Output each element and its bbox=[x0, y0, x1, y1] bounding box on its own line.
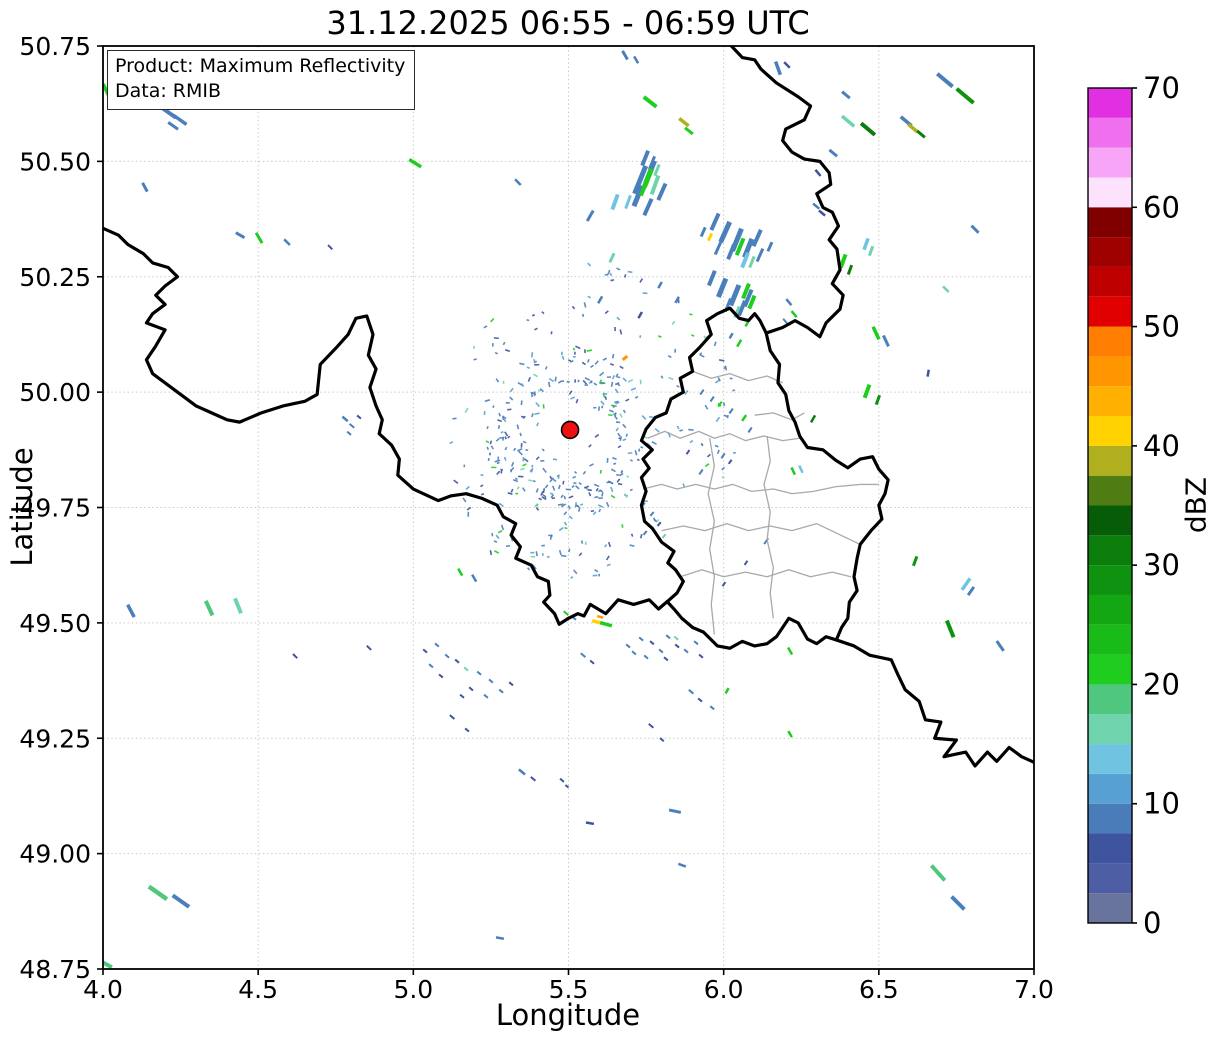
radar-site-marker bbox=[560, 420, 580, 440]
x-tick-label: 6.5 bbox=[859, 975, 899, 1004]
colorbar-tick-label: 60 bbox=[1143, 190, 1180, 224]
colorbar-segment bbox=[1088, 475, 1132, 506]
colorbar-segment bbox=[1088, 863, 1132, 894]
colorbar-tick-label: 20 bbox=[1143, 667, 1180, 701]
colorbar-tick-label: 0 bbox=[1143, 906, 1161, 940]
x-tick-label: 7.0 bbox=[1014, 975, 1054, 1004]
colorbar: 0 10 20 30 40 50 60 70 bbox=[1087, 71, 1180, 940]
colorbar-segment bbox=[1088, 535, 1132, 566]
colorbar-segment bbox=[1088, 773, 1132, 804]
colorbar-segment bbox=[1088, 654, 1132, 685]
colorbar-segment bbox=[1088, 147, 1132, 178]
border-france-luxembourg bbox=[665, 600, 838, 650]
y-tick-label: 49.00 bbox=[19, 840, 91, 869]
map-content bbox=[103, 46, 1034, 969]
y-tick-label: 50.50 bbox=[19, 147, 91, 176]
colorbar-segment bbox=[1088, 207, 1132, 238]
colorbar-segment bbox=[1088, 356, 1132, 387]
map-plot: 4.0 4.5 5.0 5.5 6.0 6.5 7.048.7549.0049.2549.5… bbox=[19, 32, 1180, 1004]
ground-clutter bbox=[449, 262, 737, 580]
x-axis-label: Longitude bbox=[495, 998, 641, 1032]
border-lux-canton-west-split bbox=[707, 438, 716, 635]
colorbar-segment bbox=[1088, 266, 1132, 297]
colorbar-segment bbox=[1088, 296, 1132, 327]
border-france-belgium bbox=[103, 226, 669, 626]
y-tick-label: 48.75 bbox=[19, 955, 91, 984]
radar-figure: 4.0 4.5 5.0 5.5 6.0 6.5 7.0 48.75 49.00 49.25 49.5… bbox=[0, 0, 1219, 1040]
colorbar-tick-label: 50 bbox=[1143, 310, 1180, 344]
colorbar-tick-label: 10 bbox=[1143, 787, 1180, 821]
colorbar-segment bbox=[1088, 624, 1132, 655]
x-tick-label: 4.5 bbox=[238, 975, 278, 1004]
colorbar-segment bbox=[1088, 893, 1132, 923]
colorbar-segment bbox=[1088, 594, 1132, 625]
border-lux-canton-clervaux bbox=[692, 370, 783, 384]
colorbar-segment bbox=[1088, 177, 1132, 208]
border-lux-canton-vianden bbox=[754, 412, 805, 421]
colorbar-segment bbox=[1088, 565, 1132, 595]
colorbar-segment bbox=[1088, 326, 1132, 357]
x-tick-label: 6.0 bbox=[704, 975, 744, 1004]
product-annotation-box: Product: Maximum Reflectivity Data: RMIB bbox=[107, 50, 416, 111]
colorbar-segment bbox=[1088, 416, 1132, 446]
colorbar-segment bbox=[1088, 833, 1132, 864]
colorbar-tick-label: 70 bbox=[1143, 71, 1180, 105]
colorbar-segment bbox=[1088, 445, 1132, 476]
annotation-data-line: Data: RMIB bbox=[115, 80, 222, 103]
colorbar-segment bbox=[1088, 117, 1132, 148]
y-tick-label: 50.00 bbox=[19, 378, 91, 407]
colorbar-label: dBZ bbox=[1179, 476, 1213, 534]
y-tick-label: 49.50 bbox=[19, 609, 91, 638]
x-tick-label: 5.0 bbox=[393, 975, 433, 1004]
colorbar-segment bbox=[1088, 505, 1132, 536]
radar-echoes bbox=[103, 50, 1005, 969]
y-tick-label: 50.75 bbox=[19, 32, 91, 61]
border-lux-canton-esch bbox=[680, 569, 852, 578]
y-axis-label: Latitude bbox=[5, 447, 39, 567]
colorbar-segment bbox=[1088, 803, 1132, 834]
border-lux-canton-luxembourg bbox=[661, 523, 861, 546]
border-belgium-luxembourg bbox=[639, 306, 768, 604]
y-tick-label: 50.25 bbox=[19, 263, 91, 292]
annotation-product-line: Product: Maximum Reflectivity bbox=[115, 55, 406, 77]
border-lux-canton-mersch bbox=[642, 483, 879, 495]
colorbar-tick-label: 30 bbox=[1143, 548, 1180, 582]
canton-borders bbox=[642, 370, 879, 635]
colorbar-tick-label: 40 bbox=[1143, 429, 1180, 463]
colorbar-segment bbox=[1088, 237, 1132, 267]
y-tick-label: 49.25 bbox=[19, 724, 91, 753]
colorbar-segment bbox=[1088, 744, 1132, 774]
border-germany-luxembourg bbox=[764, 331, 890, 642]
figure-title: 31.12.2025 06:55 - 06:59 UTC bbox=[326, 4, 810, 42]
axis-ticks: 4.0 4.5 5.0 5.5 6.0 6.5 7.048.7549.0049.2549.5… bbox=[19, 32, 1053, 1004]
colorbar-segment bbox=[1088, 386, 1132, 417]
colorbar-segment bbox=[1088, 88, 1132, 118]
colorbar-segment bbox=[1088, 684, 1132, 715]
colorbar-segment bbox=[1088, 714, 1132, 745]
border-france-germany bbox=[834, 638, 1034, 768]
